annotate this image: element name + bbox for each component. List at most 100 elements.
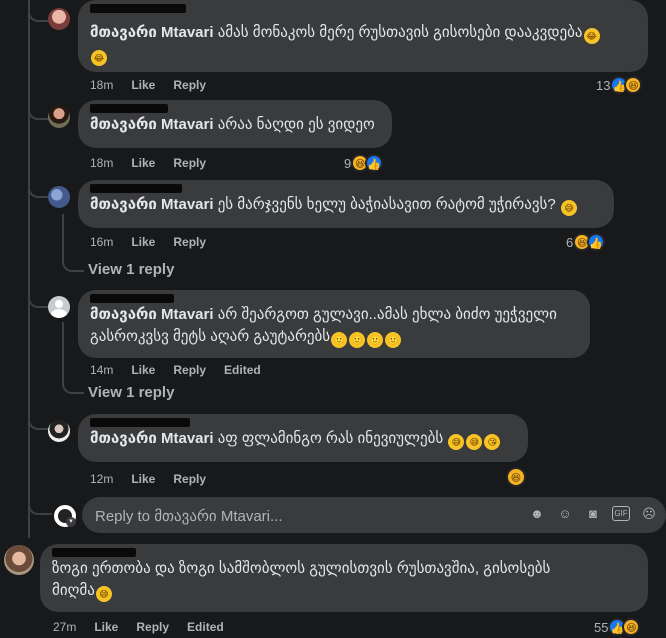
rofl-emoji: 😂 — [91, 50, 107, 66]
timestamp[interactable]: 18m — [90, 156, 113, 170]
like-reaction-icon: 👍 — [365, 154, 384, 172]
haha-reaction-icon: 😆 — [622, 618, 641, 636]
avatar[interactable] — [4, 545, 34, 575]
edited-label[interactable]: Edited — [224, 363, 261, 377]
like-button[interactable]: Like — [131, 156, 155, 170]
grin-emoji: 😅 — [448, 434, 465, 450]
thread-connector — [28, 0, 50, 22]
comment-actions: 12m Like Reply — [90, 472, 206, 486]
grin-emoji: 😅 — [560, 200, 577, 216]
reply-toolbar: ☻ ☺ ◙ GIF ☹ — [528, 505, 658, 523]
reaction-count: 55 — [594, 619, 609, 635]
like-button[interactable]: Like — [131, 235, 155, 249]
timestamp[interactable]: 27m — [53, 620, 76, 634]
avatar[interactable] — [48, 420, 70, 442]
page-name-link[interactable]: მთავარი Mtavari — [90, 430, 214, 447]
avatar[interactable] — [48, 8, 70, 30]
page-name-link[interactable]: მთავარი Mtavari — [90, 116, 214, 133]
comment-bubble: მთავარი Mtavari არაა ნაღდი ეს ვიდეო — [78, 100, 392, 148]
wink-emoji: 😘 — [484, 434, 501, 450]
redacted-name — [90, 184, 182, 193]
comment-text: არ შეარგოთ გულავი..ამას ეხლა ბიძო უეჭველ… — [217, 306, 557, 323]
comment-text: ამას მონაკოს მერე რუსთავის გისოსები დააკ… — [217, 24, 583, 41]
like-button[interactable]: Like — [94, 620, 118, 634]
rofl-emoji: 😂 — [583, 28, 600, 44]
comment-actions: 27m Like Reply Edited — [53, 620, 224, 634]
camera-icon[interactable]: ◙ — [584, 505, 602, 523]
page-name-link[interactable]: მთავარი Mtavari — [90, 196, 214, 213]
reaction-summary[interactable]: 6 😆 👍 — [566, 233, 606, 251]
haha-reaction-icon: 😆 — [506, 467, 526, 487]
sticker-icon[interactable]: ☹ — [640, 505, 658, 523]
smile-emoji: 🙂 — [385, 332, 402, 348]
emoji-icon[interactable]: ☺ — [556, 505, 574, 523]
redacted-name — [90, 294, 174, 303]
like-button[interactable]: Like — [131, 472, 155, 486]
reaction-count: 9 — [344, 155, 352, 171]
thread-connector — [28, 180, 50, 198]
reaction-summary[interactable]: 55 👍 😆 — [594, 618, 641, 636]
comment-text: ზოგი ერთობა და ზოგი სამშობლოს გულისთვის … — [52, 560, 551, 577]
redacted-name — [52, 548, 136, 557]
redacted-name — [90, 104, 168, 113]
reaction-summary[interactable]: 9 😆 👍 — [344, 154, 384, 172]
timestamp[interactable]: 18m — [90, 78, 113, 92]
reply-button[interactable]: Reply — [173, 472, 206, 486]
avatar[interactable] — [48, 296, 70, 318]
page-name-link[interactable]: მთავარი Mtavari — [90, 306, 214, 323]
redacted-name — [90, 418, 190, 427]
reply-button[interactable]: Reply — [173, 156, 206, 170]
thread-line-main — [28, 0, 30, 538]
like-reaction-icon: 👍 — [587, 233, 606, 251]
comment-text: არაა ნაღდი ეს ვიდეო — [217, 116, 375, 133]
comment-text: ეს მარჯვენს ხელუ ბაჭიასავით რატომ უჭირავ… — [217, 196, 556, 213]
comment-text: გასროკვსვ მეტს აღარ გაუტარებს — [90, 328, 331, 345]
reply-button[interactable]: Reply — [173, 78, 206, 92]
view-replies-link[interactable]: View 1 reply — [88, 261, 174, 278]
reply-button[interactable]: Reply — [173, 363, 206, 377]
comment-bubble: მთავარი Mtavari აფ ფლამინგო რას ინევიულე… — [78, 414, 528, 462]
smile-emoji: 🙂 — [349, 332, 366, 348]
reaction-summary[interactable]: 13 👍 😆 — [596, 76, 643, 94]
grin-emoji: 😅 — [95, 586, 112, 602]
reaction-summary[interactable]: 😆 — [506, 467, 526, 487]
comment-text: აფ ფლამინგო რას ინევიულებს — [217, 430, 444, 447]
thread-connector — [28, 497, 52, 515]
page-name-link[interactable]: მთავარი Mtavari — [90, 24, 214, 41]
reaction-count: 13 — [596, 77, 611, 93]
comment-bubble: ზოგი ერთობა და ზოგი სამშობლოს გულისთვის … — [40, 544, 648, 612]
avatar-sticker-icon[interactable]: ☻ — [528, 505, 546, 523]
avatar[interactable] — [48, 186, 70, 208]
redacted-name — [90, 4, 186, 13]
thread-connector — [28, 412, 50, 430]
subthread-connector — [62, 254, 84, 272]
reply-button[interactable]: Reply — [136, 620, 169, 634]
timestamp[interactable]: 16m — [90, 235, 113, 249]
comment-bubble: მთავარი Mtavari ამას მონაკოს მერე რუსთავ… — [78, 0, 648, 72]
comment-actions: 18m Like Reply — [90, 156, 206, 170]
reply-input-box[interactable]: ☻ ☺ ◙ GIF ☹ — [82, 497, 666, 535]
edited-label[interactable]: Edited — [187, 620, 224, 634]
comment-actions: 18m Like Reply — [90, 78, 206, 92]
smile-emoji: 🙂 — [367, 332, 384, 348]
thread-connector — [28, 290, 50, 308]
like-button[interactable]: Like — [131, 363, 155, 377]
reply-input[interactable] — [93, 497, 497, 535]
haha-reaction-icon: 😆 — [624, 76, 643, 94]
grin-emoji: 😅 — [466, 434, 483, 450]
gif-icon[interactable]: GIF — [612, 506, 630, 521]
subthread-connector — [62, 376, 84, 394]
avatar[interactable] — [48, 106, 70, 128]
reaction-count: 6 — [566, 234, 574, 250]
comment-actions: 16m Like Reply — [90, 235, 206, 249]
chevron-down-icon[interactable]: ▾ — [66, 517, 76, 527]
comment-bubble: მთავარი Mtavari არ შეარგოთ გულავი..ამას … — [78, 290, 590, 358]
reply-button[interactable]: Reply — [173, 235, 206, 249]
view-replies-link[interactable]: View 1 reply — [88, 384, 174, 401]
thread-connector — [28, 102, 50, 120]
timestamp[interactable]: 12m — [90, 472, 113, 486]
like-button[interactable]: Like — [131, 78, 155, 92]
comment-actions: 14m Like Reply Edited — [90, 363, 261, 377]
timestamp[interactable]: 14m — [90, 363, 113, 377]
comment-text: მიღმა — [52, 582, 95, 599]
